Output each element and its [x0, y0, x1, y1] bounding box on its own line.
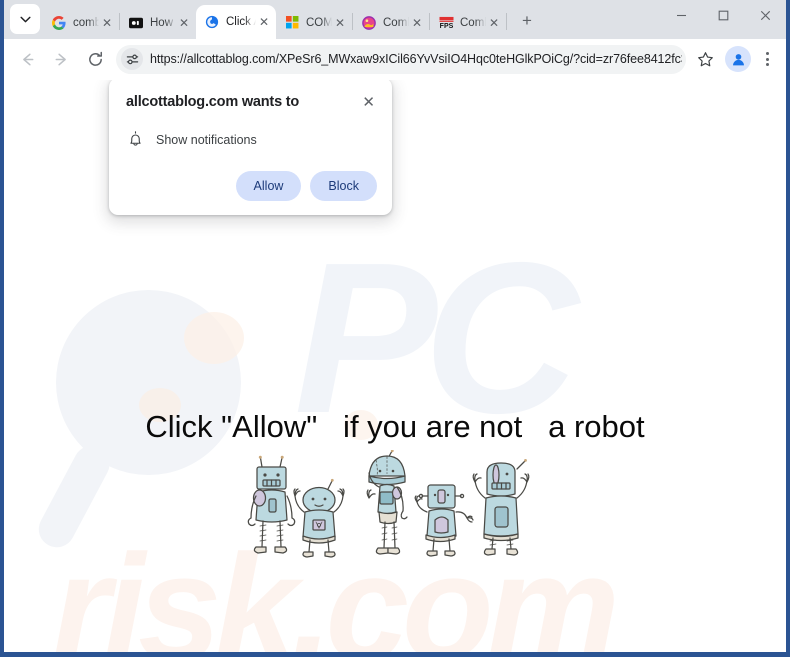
- tune-sliders-icon: [126, 54, 138, 64]
- maximize-icon: [718, 10, 728, 20]
- allow-button[interactable]: Allow: [235, 171, 302, 201]
- tab-separator: [506, 13, 507, 30]
- minimize-icon: [676, 14, 686, 16]
- permission-row: Show notifications: [126, 131, 377, 148]
- tab-label: Comb: [383, 16, 409, 29]
- google-g-icon: [51, 15, 67, 31]
- tab-label: combo: [73, 16, 99, 29]
- new-tab-button[interactable]: +: [513, 7, 541, 35]
- dialog-header: allcottablog.com wants to ✕: [126, 94, 377, 110]
- tab-close-button[interactable]: ✕: [99, 15, 115, 31]
- microsoft-logo-icon: [284, 15, 300, 31]
- watermark-blob: [184, 312, 244, 364]
- close-icon: [760, 10, 770, 20]
- browser-window: combo ✕ How T ✕: [3, 0, 787, 653]
- tab-label: COMB: [306, 16, 332, 29]
- star-icon: [697, 51, 713, 66]
- tab-label: How T: [150, 16, 176, 29]
- maximize-button[interactable]: [702, 0, 744, 30]
- site-settings-button[interactable]: [121, 48, 143, 70]
- tab-label: Click A: [226, 16, 256, 28]
- robot-1: [247, 455, 296, 554]
- tab-4[interactable]: Comb ✕: [353, 6, 429, 39]
- tab-close-button[interactable]: ✕: [256, 14, 272, 30]
- tab-3[interactable]: COMB ✕: [276, 6, 352, 39]
- tab-label: Comb: [460, 16, 486, 29]
- svg-text:FPS: FPS: [439, 23, 453, 30]
- tab-search-button[interactable]: [10, 4, 40, 34]
- person-icon: [732, 53, 744, 65]
- permission-label: Show notifications: [156, 132, 257, 147]
- pink-circle-icon: [361, 15, 377, 31]
- robot-4: [414, 484, 474, 557]
- dialog-close-button[interactable]: ✕: [360, 95, 377, 110]
- tab-close-button[interactable]: ✕: [486, 15, 502, 31]
- profile-avatar[interactable]: [725, 46, 751, 72]
- tab-close-button[interactable]: ✕: [176, 15, 192, 31]
- menu-dot: [765, 52, 769, 55]
- dialog-actions: Allow Block: [126, 171, 377, 201]
- reload-button[interactable]: [80, 44, 110, 74]
- page-headline: Click "Allow" if you are not a robot: [145, 409, 645, 444]
- minimize-button[interactable]: [660, 0, 702, 30]
- tab-2-active[interactable]: Click A ✕: [196, 5, 276, 39]
- dialog-title: allcottablog.com wants to: [126, 94, 300, 110]
- block-button[interactable]: Block: [310, 171, 377, 201]
- robot-3: [366, 450, 408, 555]
- dark-square-icon: [128, 15, 144, 31]
- tab-1[interactable]: How T ✕: [120, 6, 196, 39]
- robot-5: [472, 459, 530, 556]
- tab-close-button[interactable]: ✕: [409, 15, 425, 31]
- robots-illustration: [247, 450, 530, 558]
- bookmark-button[interactable]: [692, 46, 718, 72]
- url-text[interactable]: https://allcottablog.com/XPeSr6_MWxaw9xI…: [150, 52, 682, 66]
- browser-toolbar: https://allcottablog.com/XPeSr6_MWxaw9xI…: [4, 39, 786, 80]
- robot-2: [293, 478, 345, 558]
- window-controls: [660, 0, 786, 39]
- fps-icon: FPS: [438, 15, 454, 31]
- browser-menu-button[interactable]: [754, 45, 780, 73]
- close-window-button[interactable]: [744, 0, 786, 30]
- tab-5[interactable]: FPS Comb ✕: [430, 6, 506, 39]
- menu-dot: [765, 57, 769, 61]
- chevron-down-icon: [19, 16, 31, 22]
- back-button[interactable]: [12, 44, 42, 74]
- reload-icon: [88, 51, 102, 66]
- tab-strip: combo ✕ How T ✕: [4, 0, 786, 39]
- forward-arrow-icon: [55, 53, 66, 65]
- menu-dot: [765, 63, 769, 66]
- notification-permission-dialog: allcottablog.com wants to ✕ Show notific…: [109, 80, 392, 215]
- forward-button[interactable]: [46, 44, 76, 74]
- tab-close-button[interactable]: ✕: [332, 15, 348, 31]
- back-arrow-icon: [22, 53, 33, 65]
- blue-circle-icon: [204, 14, 220, 30]
- address-bar[interactable]: https://allcottablog.com/XPeSr6_MWxaw9xI…: [116, 44, 686, 74]
- page-content: PC risk.com Click "Allow" if you are not…: [4, 80, 786, 652]
- tab-0[interactable]: combo ✕: [43, 6, 119, 39]
- bell-icon: [130, 131, 141, 146]
